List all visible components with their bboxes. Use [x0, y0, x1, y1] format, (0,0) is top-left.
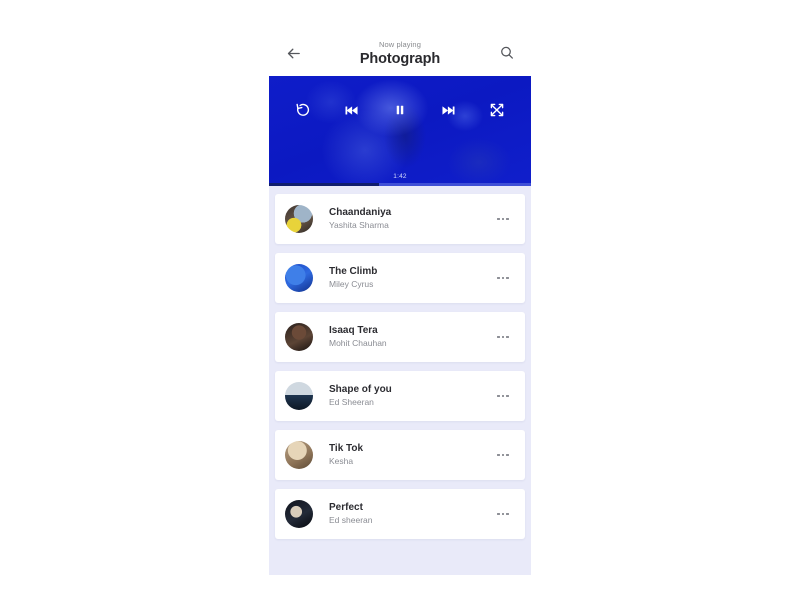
track-info: Perfect Ed sheeran [329, 502, 493, 526]
track-row[interactable]: Chaandaniya Yashita Sharma [275, 194, 525, 244]
more-horizontal-icon-dot [501, 217, 505, 221]
shuffle-icon [490, 103, 504, 117]
track-artist: Ed Sheeran [329, 398, 374, 408]
track-more-options-button[interactable] [493, 270, 513, 286]
track-row[interactable]: Perfect Ed sheeran [275, 489, 525, 539]
pause-icon [396, 105, 404, 115]
now-playing-label: Now playing [379, 39, 421, 49]
skip-previous-icon [345, 105, 358, 115]
player-controls [269, 98, 531, 122]
more-horizontal-icon-dot [497, 335, 500, 339]
more-horizontal-icon-dot [497, 217, 500, 221]
header-titles: Now playing Photograph [306, 39, 494, 67]
player-hero: 1:42 [269, 76, 531, 186]
replay-button[interactable] [291, 98, 315, 122]
next-button[interactable] [437, 98, 461, 122]
more-horizontal-icon-dot [501, 394, 505, 398]
track-artwork [285, 323, 313, 351]
track-artist: Kesha [329, 457, 354, 467]
arrow-left-icon [287, 48, 300, 58]
track-row[interactable]: Shape of you Ed Sheeran [275, 371, 525, 421]
back-button[interactable] [280, 40, 306, 66]
more-horizontal-icon-dot [501, 276, 505, 280]
replay-icon [296, 103, 310, 116]
more-horizontal-icon-dot [506, 217, 509, 221]
more-horizontal-icon-dot [497, 512, 500, 516]
page-title: Photograph [359, 51, 441, 67]
more-horizontal-icon-dot [506, 335, 509, 339]
more-horizontal-icon-dot [506, 394, 509, 398]
progress-bar-fill [269, 183, 380, 186]
track-info: Tik Tok Kesha [329, 443, 493, 467]
track-more-options-button[interactable] [493, 329, 513, 345]
track-artist: Yashita Sharma [329, 221, 389, 231]
track-more-options-button[interactable] [493, 447, 513, 463]
skip-next-icon [442, 105, 455, 115]
track-artist: Ed sheeran [329, 516, 373, 526]
track-info: Chaandaniya Yashita Sharma [329, 207, 493, 231]
track-title: Perfect [329, 501, 363, 513]
track-info: Shape of you Ed Sheeran [329, 384, 493, 408]
track-more-options-button[interactable] [493, 388, 513, 404]
more-horizontal-icon-dot [497, 453, 500, 457]
track-more-options-button[interactable] [493, 506, 513, 522]
track-row[interactable]: The Climb Miley Cyrus [275, 253, 525, 303]
app-root: Now playing Photograph 1:42 Chaandaniya … [0, 0, 800, 600]
more-horizontal-icon-dot [501, 512, 505, 516]
phone-screen: Now playing Photograph 1:42 Chaandaniya … [269, 30, 531, 575]
track-artist: Mohit Chauhan [329, 339, 387, 349]
pause-button[interactable] [388, 98, 412, 122]
more-horizontal-icon-dot [506, 512, 509, 516]
track-info: Isaaq Tera Mohit Chauhan [329, 325, 493, 349]
more-horizontal-icon-dot [497, 394, 500, 398]
track-row[interactable]: Tik Tok Kesha [275, 430, 525, 480]
track-list[interactable]: Chaandaniya Yashita Sharma The Climb Miley … [269, 186, 531, 575]
track-artwork [285, 382, 313, 410]
search-button[interactable] [494, 40, 520, 66]
track-title: Chaandaniya [329, 206, 392, 218]
track-artwork [285, 205, 313, 233]
more-horizontal-icon-dot [501, 335, 505, 339]
track-artwork [285, 441, 313, 469]
more-horizontal-icon-dot [501, 453, 505, 457]
elapsed-time: 1:42 [393, 173, 407, 180]
shuffle-button[interactable] [485, 98, 509, 122]
more-horizontal-icon-dot [506, 453, 509, 457]
album-artwork [269, 76, 531, 186]
more-horizontal-icon-dot [506, 276, 509, 280]
track-title: The Climb [329, 265, 378, 277]
track-row[interactable]: Isaaq Tera Mohit Chauhan [275, 312, 525, 362]
track-title: Shape of you [329, 383, 392, 395]
track-artwork [285, 500, 313, 528]
previous-button[interactable] [340, 98, 364, 122]
search-icon [501, 46, 513, 59]
progress-bar[interactable] [269, 183, 531, 186]
app-header: Now playing Photograph [269, 30, 531, 76]
track-title: Isaaq Tera [329, 324, 378, 336]
track-more-options-button[interactable] [493, 211, 513, 227]
track-title: Tik Tok [329, 442, 364, 454]
track-info: The Climb Miley Cyrus [329, 266, 493, 290]
more-horizontal-icon-dot [497, 276, 500, 280]
track-artist: Miley Cyrus [329, 280, 374, 290]
track-artwork [285, 264, 313, 292]
